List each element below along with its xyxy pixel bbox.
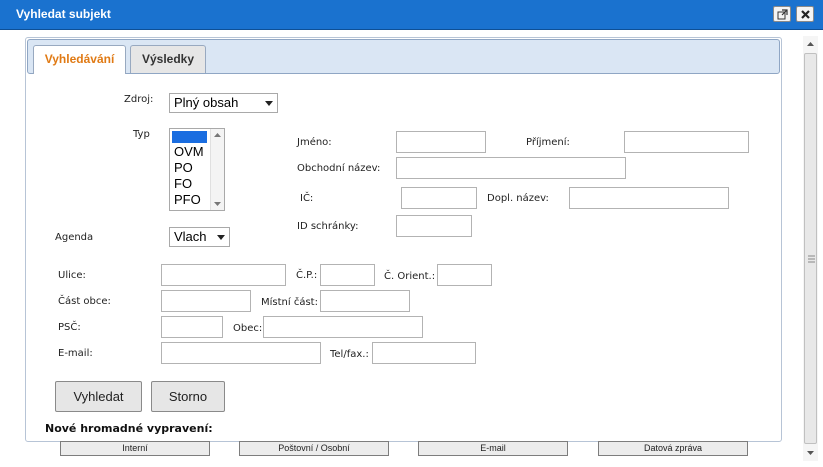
mistni-cast-input[interactable]	[320, 290, 410, 312]
scroll-arrows-icon	[214, 133, 221, 206]
psc-label: PSČ:	[58, 322, 81, 333]
typ-listbox[interactable]: OVM PO FO PFO	[169, 128, 225, 211]
popout-icon	[777, 9, 788, 20]
chevron-down-icon	[217, 235, 225, 240]
chevron-down-icon	[265, 101, 273, 106]
cast-obce-label: Část obce:	[58, 296, 111, 307]
obec-input[interactable]	[263, 316, 423, 338]
scrollbar-thumb[interactable]	[804, 53, 817, 444]
id-schranky-label: ID schránky:	[297, 221, 359, 232]
bulk-postal-button[interactable]: Poštovní / Osobní	[239, 441, 389, 456]
typ-option[interactable]: PFO	[174, 192, 201, 207]
psc-input[interactable]	[161, 316, 223, 338]
bulk-dispatch-heading: Nové hromadné vypravení:	[45, 422, 213, 435]
typ-listbox-scrollbar[interactable]	[210, 129, 224, 210]
telfax-label: Tel/fax.:	[330, 349, 369, 360]
cancel-button[interactable]: Storno	[151, 381, 225, 412]
dopl-nazev-label: Dopl. název:	[487, 193, 549, 204]
obec-label: Obec:	[233, 323, 263, 334]
cp-input[interactable]	[320, 264, 375, 286]
agenda-select[interactable]: Vlach	[169, 227, 230, 247]
grip-icon	[808, 255, 815, 263]
email-label: E-mail:	[58, 348, 93, 359]
tab-vyhledavani[interactable]: Vyhledávání	[33, 45, 126, 74]
agenda-label: Agenda	[55, 232, 94, 243]
typ-option-selected[interactable]	[172, 131, 207, 143]
cast-obce-input[interactable]	[161, 290, 251, 312]
id-schranky-input[interactable]	[396, 215, 472, 237]
bulk-datova-zprava-button[interactable]: Datová zpráva	[598, 441, 748, 456]
popout-button[interactable]	[773, 6, 791, 22]
obchodni-nazev-input[interactable]	[396, 157, 626, 179]
ulice-input[interactable]	[161, 264, 286, 286]
ulice-label: Ulice:	[58, 270, 86, 281]
typ-option[interactable]: OVM	[174, 144, 204, 159]
cp-label: Č.P.:	[296, 270, 318, 281]
ic-input[interactable]	[401, 187, 477, 209]
typ-label: Typ	[133, 129, 150, 140]
zdroj-select[interactable]: Plný obsah	[169, 93, 278, 113]
mistni-cast-label: Místní část:	[261, 297, 318, 308]
agenda-select-value: Vlach	[174, 229, 207, 244]
search-button[interactable]: Vyhledat	[55, 381, 142, 412]
tab-strip: Vyhledávání Výsledky	[27, 39, 780, 74]
bulk-internal-button[interactable]: Interní	[60, 441, 210, 456]
jmeno-label: Jméno:	[297, 137, 332, 148]
c-orient-label: Č. Orient.:	[384, 271, 436, 282]
typ-option[interactable]: FO	[174, 176, 192, 191]
telfax-input[interactable]	[372, 342, 476, 364]
ic-label: IČ:	[300, 193, 314, 204]
zdroj-select-value: Plný obsah	[174, 95, 239, 110]
jmeno-input[interactable]	[396, 131, 486, 153]
typ-option[interactable]: PO	[174, 160, 193, 175]
close-icon	[801, 10, 810, 19]
window-scrollbar[interactable]	[803, 36, 818, 461]
zdroj-label: Zdroj:	[124, 94, 154, 105]
email-input[interactable]	[161, 342, 321, 364]
bulk-email-button[interactable]: E-mail	[418, 441, 568, 456]
tab-vysledky[interactable]: Výsledky	[130, 45, 206, 73]
close-button[interactable]	[796, 6, 814, 22]
prijmeni-label: Příjmení:	[526, 137, 570, 148]
window-title: Vyhledat subjekt	[16, 7, 111, 21]
dopl-nazev-input[interactable]	[569, 187, 729, 209]
c-orient-input[interactable]	[437, 264, 492, 286]
window-titlebar: Vyhledat subjekt	[0, 0, 823, 30]
obchodni-nazev-label: Obchodní název:	[297, 163, 381, 174]
prijmeni-input[interactable]	[624, 131, 749, 153]
